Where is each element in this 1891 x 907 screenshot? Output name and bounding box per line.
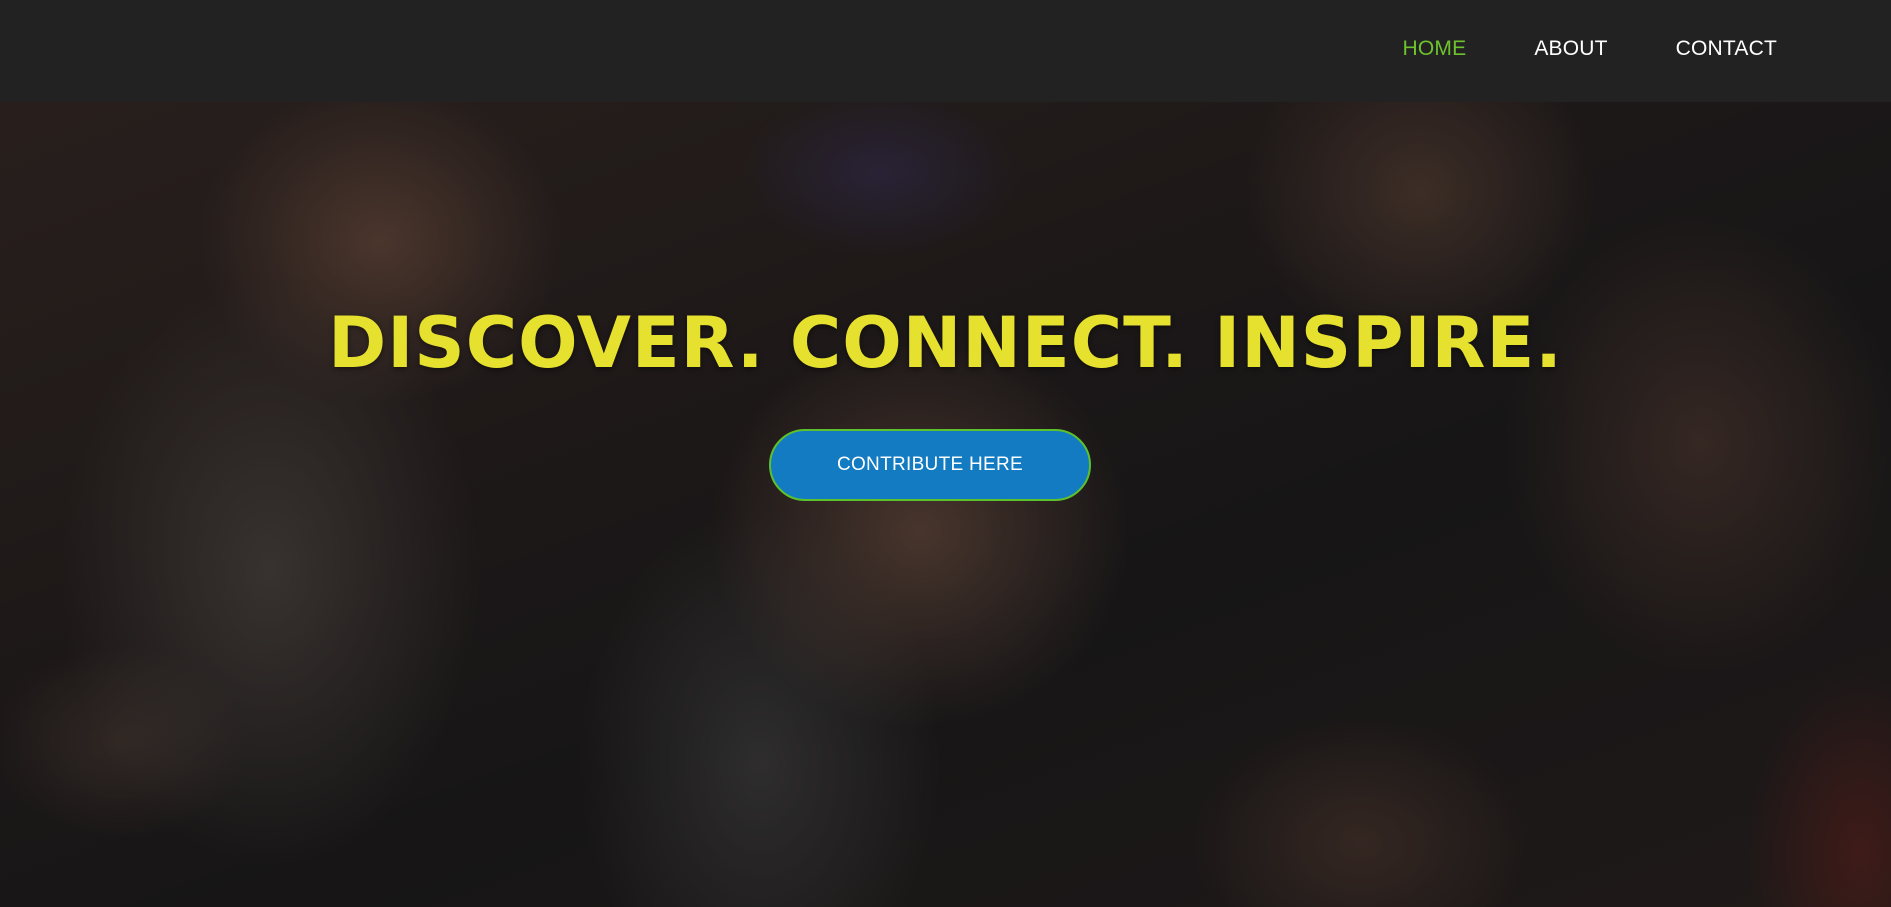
hero-section: DISCOVER. CONNECT. INSPIRE. CONTRIBUTE H… xyxy=(0,102,1891,907)
nav-link-contact[interactable]: CONTACT xyxy=(1676,37,1777,61)
hero-headline: DISCOVER. CONNECT. INSPIRE. xyxy=(328,302,1563,384)
top-navbar: HOME ABOUT CONTACT xyxy=(0,0,1891,102)
hero-background-photo xyxy=(0,102,1891,907)
nav-link-about[interactable]: ABOUT xyxy=(1534,37,1607,61)
page: HOME ABOUT CONTACT DISCOVER. CONNECT. IN… xyxy=(0,0,1891,907)
nav-link-home[interactable]: HOME xyxy=(1403,37,1467,61)
contribute-button[interactable]: CONTRIBUTE HERE xyxy=(769,429,1091,501)
nav-links: HOME ABOUT CONTACT xyxy=(1335,0,1778,98)
